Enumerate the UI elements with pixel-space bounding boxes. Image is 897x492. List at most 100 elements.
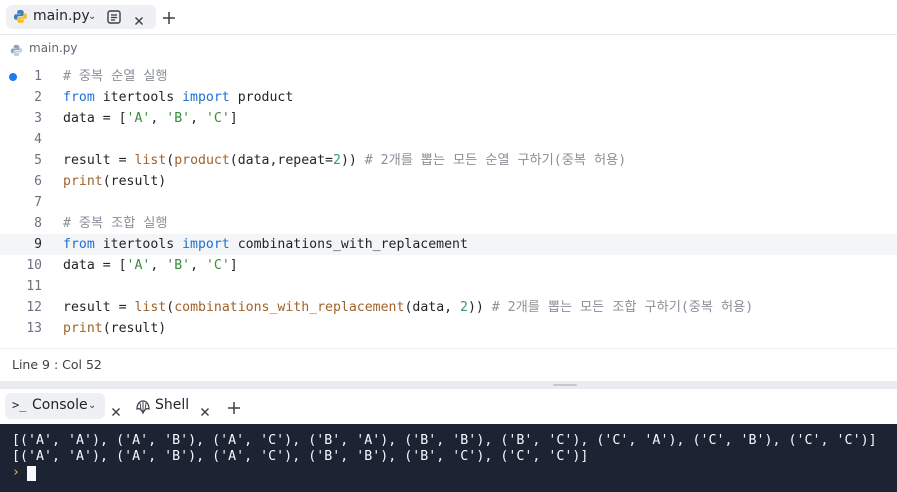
close-icon[interactable] xyxy=(111,402,121,421)
code-line[interactable]: 8 # 중복 조합 실행 xyxy=(0,213,897,234)
close-icon[interactable] xyxy=(134,11,144,30)
code-line[interactable]: 6 print(result) xyxy=(0,171,897,192)
modified-indicator-icon xyxy=(9,73,17,81)
tab-shell-label: Shell xyxy=(155,397,190,413)
status-bar: Line 9 : Col 52 xyxy=(0,348,897,381)
code-text: print(result) xyxy=(63,171,166,192)
tab-main-py[interactable]: main.py ⌄ xyxy=(6,5,156,29)
text-cursor xyxy=(27,466,36,481)
code-text: # 중복 순열 실행 xyxy=(63,66,168,87)
code-token: product xyxy=(229,90,294,105)
code-text: from itertools import combinations_with_… xyxy=(63,234,468,255)
code-token: data = [ xyxy=(63,258,127,273)
code-line[interactable]: 4 xyxy=(0,129,897,150)
console-tab-bar: >_ Console ⌄ Shell xyxy=(0,389,897,423)
chevron-down-icon[interactable]: ⌄ xyxy=(88,396,96,416)
code-token: from xyxy=(63,237,95,252)
code-line[interactable]: 13 print(result) xyxy=(0,318,897,339)
python-icon xyxy=(10,42,23,61)
code-line[interactable]: 7 xyxy=(0,192,897,213)
code-token: 'A' xyxy=(126,111,151,126)
code-token: result = xyxy=(63,153,135,168)
code-text: print(result) xyxy=(63,318,166,339)
line-number: 12 xyxy=(26,300,42,315)
code-token: itertools xyxy=(94,90,183,105)
code-token: , xyxy=(150,111,167,126)
code-line[interactable]: 1 # 중복 순열 실행 xyxy=(0,66,897,87)
code-token: )) xyxy=(340,153,365,168)
line-number: 8 xyxy=(34,216,42,231)
outline-icon[interactable] xyxy=(107,9,121,24)
code-token: # 2개를 뽑는 모든 조합 구하기(중복 허용) xyxy=(491,300,754,315)
code-token: print xyxy=(63,321,103,336)
code-token: # 중복 순열 실행 xyxy=(63,69,168,84)
code-token: (result) xyxy=(102,321,167,336)
code-token: (data,repeat= xyxy=(229,153,333,168)
line-number: 10 xyxy=(26,258,42,273)
line-number: 9 xyxy=(34,237,42,252)
code-token: itertools xyxy=(94,237,183,252)
add-tab-icon[interactable] xyxy=(227,400,241,419)
output-line: [('A', 'A'), ('A', 'B'), ('A', 'C'), ('B… xyxy=(12,449,589,464)
code-token: 'C' xyxy=(205,258,230,273)
file-tab-bar: main.py ⌄ xyxy=(0,0,897,35)
terminal-prompt-icon: >_ xyxy=(12,398,27,412)
code-token: )) xyxy=(467,300,492,315)
code-line[interactable]: 11 xyxy=(0,276,897,297)
code-token: import xyxy=(182,90,230,105)
tab-console[interactable]: >_ Console ⌄ xyxy=(5,393,105,419)
line-number: 6 xyxy=(34,174,42,189)
tab-label: main.py xyxy=(33,8,90,24)
code-token: 'B' xyxy=(166,258,191,273)
code-text: result = list(combinations_with_replacem… xyxy=(63,297,753,318)
console-output[interactable]: [('A', 'A'), ('A', 'B'), ('A', 'C'), ('B… xyxy=(0,424,897,492)
close-icon[interactable] xyxy=(200,402,210,421)
code-token: import xyxy=(182,237,230,252)
code-token: list xyxy=(134,300,167,315)
code-token: product xyxy=(174,153,230,168)
code-token: 'A' xyxy=(126,258,151,273)
python-icon xyxy=(13,9,28,28)
drag-handle[interactable] xyxy=(553,384,577,386)
panel-splitter[interactable] xyxy=(0,381,897,389)
code-token: combinations_with_replacement xyxy=(174,300,405,315)
code-token: from xyxy=(63,90,95,105)
code-line[interactable]: 10 data = ['A', 'B', 'C'] xyxy=(0,255,897,276)
code-line[interactable]: 5 result = list(product(data,repeat=2)) #… xyxy=(0,150,897,171)
breadcrumb: main.py xyxy=(0,36,897,60)
code-token: # 2개를 뽑는 모든 순열 구하기(중복 허용) xyxy=(364,153,627,168)
tab-shell[interactable]: Shell xyxy=(132,393,216,419)
code-token: ] xyxy=(229,111,238,126)
code-token: combinations_with_replacement xyxy=(229,237,468,252)
code-token: 'C' xyxy=(205,111,230,126)
output-line: [('A', 'A'), ('A', 'B'), ('A', 'C'), ('B… xyxy=(12,433,877,448)
line-number: 11 xyxy=(26,279,42,294)
code-text: # 중복 조합 실행 xyxy=(63,213,168,234)
cursor-position: Line 9 : Col 52 xyxy=(12,357,102,372)
line-number: 2 xyxy=(34,90,42,105)
code-token: list xyxy=(134,153,167,168)
code-token: (result) xyxy=(102,174,167,189)
code-token: 'B' xyxy=(166,111,191,126)
code-token: , xyxy=(190,258,206,273)
code-text: from itertools import product xyxy=(63,87,293,108)
breadcrumb-file[interactable]: main.py xyxy=(29,41,78,55)
code-text: result = list(product(data,repeat=2)) # … xyxy=(63,150,626,171)
line-number: 1 xyxy=(34,69,42,84)
code-token: data = [ xyxy=(63,111,127,126)
code-editor[interactable]: 1 # 중복 순열 실행 2 from itertools import produc… xyxy=(0,64,897,344)
code-token: # 중복 조합 실행 xyxy=(63,216,168,231)
chevron-down-icon[interactable]: ⌄ xyxy=(88,7,96,27)
add-tab-icon[interactable] xyxy=(162,10,176,29)
tab-console-label: Console xyxy=(32,397,88,413)
code-token: 2 xyxy=(332,153,341,168)
code-token: print xyxy=(63,174,103,189)
code-line[interactable]: 3 data = ['A', 'B', 'C'] xyxy=(0,108,897,129)
code-line[interactable]: 2 from itertools import product xyxy=(0,87,897,108)
code-token: result = xyxy=(63,300,135,315)
code-line[interactable]: 12 result = list(combinations_with_replac… xyxy=(0,297,897,318)
code-token: , xyxy=(150,258,167,273)
line-number: 7 xyxy=(34,195,42,210)
code-line[interactable]: 9 from itertools import combinations_with… xyxy=(0,234,897,255)
line-number: 13 xyxy=(26,321,42,336)
